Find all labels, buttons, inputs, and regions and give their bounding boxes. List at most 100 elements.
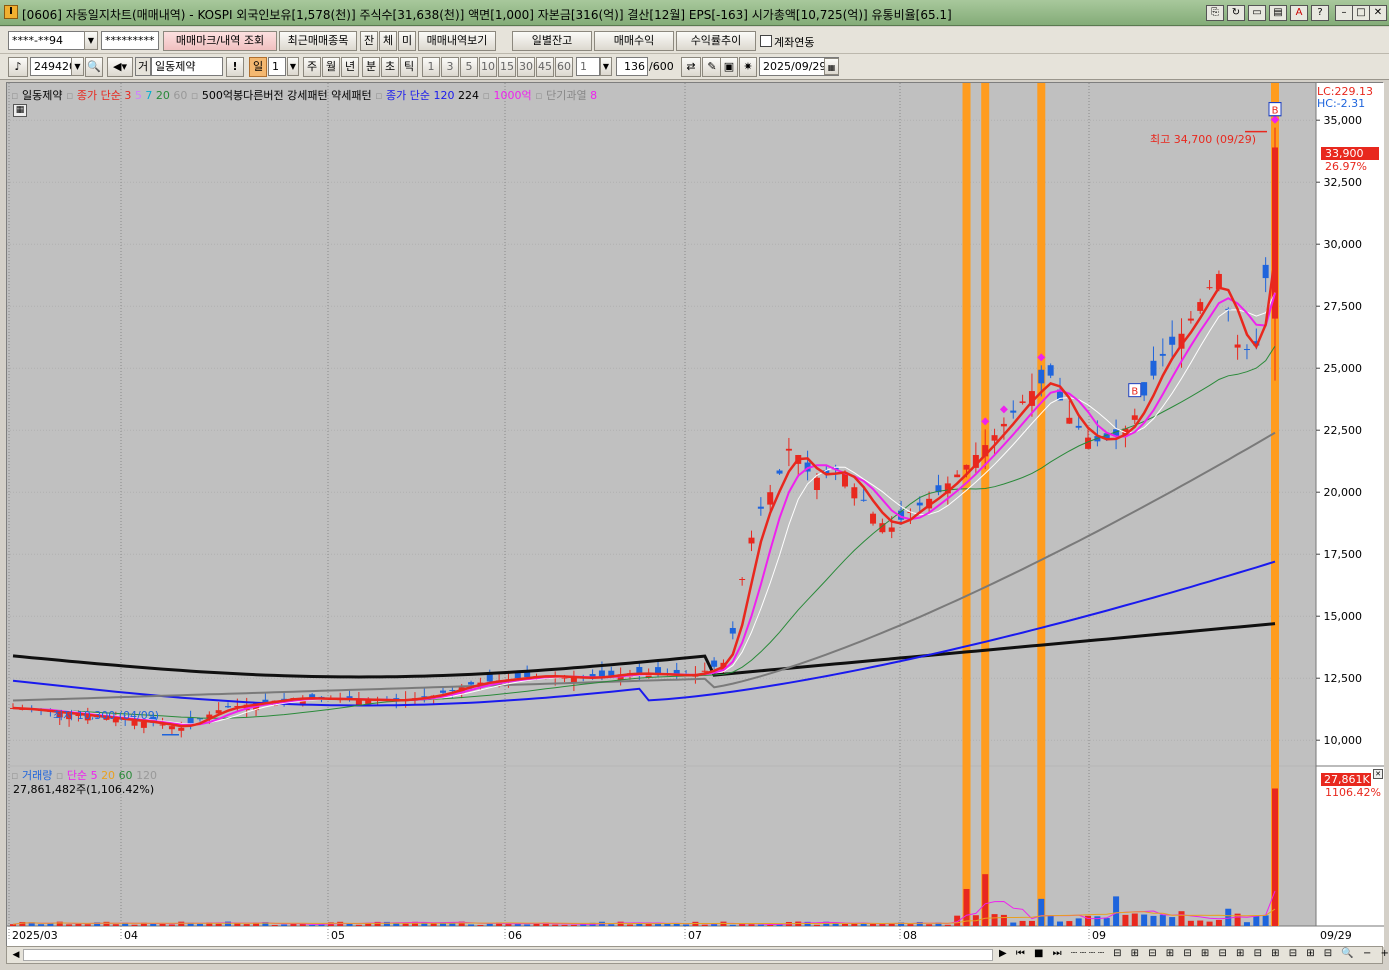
password-field[interactable]: ********* (101, 31, 159, 50)
trade-history-button[interactable]: 매매내역보기 (418, 31, 496, 51)
highlight-bar (962, 83, 971, 926)
account-link-label: 계좌연동 (774, 36, 815, 49)
sync-arrows-icon[interactable]: ⇄ (681, 57, 701, 77)
filled-button[interactable]: 체 (379, 31, 397, 51)
save-icon[interactable]: ▣ (720, 57, 738, 77)
period-day-count[interactable]: 1 (268, 57, 286, 76)
interval-3-button[interactable]: 3 (441, 57, 459, 77)
price-tick-label: 22,500 (1324, 424, 1363, 437)
unfilled-button[interactable]: 미 (398, 31, 416, 51)
volume-bar (234, 923, 241, 926)
app-icon: I (4, 5, 18, 19)
period-year-button[interactable]: 년 (341, 57, 359, 77)
window-help-icon[interactable]: ? (1311, 5, 1329, 21)
period-week-button[interactable]: 주 (303, 57, 321, 77)
candle-body (1159, 353, 1166, 356)
trade-mark-query-button[interactable]: 매매마크/내역 조회 (163, 31, 277, 51)
window-link-icon[interactable]: ⎘ (1206, 5, 1224, 21)
return-trend-button[interactable]: 수익률추이 (676, 31, 756, 51)
balance-button[interactable]: 잔 (360, 31, 378, 51)
candle-body (468, 682, 475, 685)
daily-balance-button[interactable]: 일별잔고 (512, 31, 592, 51)
volume-bar (1056, 921, 1063, 926)
volume-bar (1103, 918, 1110, 926)
candle-body (748, 537, 755, 544)
period-tick-button[interactable]: 틱 (400, 57, 418, 77)
volume-bar (748, 924, 755, 926)
candle-body (888, 527, 895, 532)
chart-area[interactable]: 35,000 32,500 30,000 27,500 25,000 22,500 20,0… (6, 82, 1384, 947)
bar-count-field[interactable]: 136 (616, 57, 648, 76)
price-tick-label: 35,000 (1324, 114, 1363, 127)
interval-10-button[interactable]: 10 (479, 57, 497, 77)
interval-30-button[interactable]: 30 (517, 57, 535, 77)
chart-scrollbar[interactable]: ◀ ▶ ⏮ ■ ⏭ ┈┈┈┈ ⊟ ⊞ ⊟ ⊞ ⊟ ⊞ ⊟ ⊞ ⊟ ⊞ ⊟ ⊞ ⊟… (6, 946, 1389, 964)
volume-bar (1028, 920, 1035, 926)
volume-close-icon[interactable]: ✕ (1373, 769, 1383, 779)
legend-ma5: 5 (134, 89, 142, 102)
price-tick-label: 25,000 (1324, 362, 1363, 375)
period-dropdown-icon[interactable]: ▼ (287, 57, 299, 76)
volume-bar (1010, 922, 1017, 926)
close-button[interactable]: ✕ (1369, 5, 1387, 21)
calendar-icon[interactable]: ▦ (824, 58, 839, 75)
volume-bar (75, 924, 82, 926)
table-toggle-icon[interactable]: ▦ (13, 104, 27, 117)
interval-1-button[interactable]: 1 (422, 57, 440, 77)
volume-bar (1272, 788, 1278, 926)
window-refresh-icon[interactable]: ↻ (1227, 5, 1245, 21)
volume-bar (168, 924, 175, 926)
candle-body (1234, 344, 1241, 348)
code-dropdown-icon[interactable]: ▼ (71, 57, 84, 76)
legend-ma120: 120 (433, 89, 455, 102)
volume-bar (1243, 922, 1250, 926)
speaker-icon[interactable]: ◀▾ (107, 57, 133, 77)
recent-trades-button[interactable]: 최근매매종목 (279, 31, 357, 51)
volume-pct: 1106.42% (1325, 786, 1381, 799)
interval-dropdown-icon[interactable]: ▼ (600, 57, 612, 76)
trade-profit-button[interactable]: 매매수익 (594, 31, 674, 51)
account-link-checkbox[interactable] (760, 35, 772, 47)
period-second-button[interactable]: 초 (381, 57, 399, 77)
pin-icon[interactable]: ♪ (8, 57, 28, 77)
date-tick-label: 04 (124, 929, 138, 942)
interval-15-button[interactable]: 15 (498, 57, 516, 77)
volume-bar (1253, 915, 1260, 926)
candle-body (187, 717, 194, 724)
period-month-button[interactable]: 월 (322, 57, 340, 77)
settings-gear-icon[interactable]: ✷ (739, 57, 757, 77)
legend-strategy1: 500억봉다른버전 강세패턴 (201, 89, 328, 102)
scroll-track[interactable] (23, 949, 993, 961)
volume-bar (655, 923, 662, 926)
alert-button[interactable]: ! (226, 57, 244, 77)
period-day-button[interactable]: 일 (249, 57, 267, 77)
chart-tools-icon[interactable]: ✎ (702, 57, 722, 77)
candle-body (225, 706, 232, 708)
legend-n8: 8 (590, 89, 598, 102)
volume-bar (626, 924, 633, 926)
interval-5-button[interactable]: 5 (460, 57, 478, 77)
window-monitor-icon[interactable]: ▭ (1248, 5, 1266, 21)
candlestick-chart[interactable]: 35,000 32,500 30,000 27,500 25,000 22,500 20,0… (7, 83, 1384, 947)
price-tick-label: 15,000 (1324, 610, 1363, 623)
volume-bar (757, 924, 764, 926)
window-font-icon[interactable]: A (1290, 5, 1308, 21)
legend-ma3: 3 (124, 89, 132, 102)
volume-bar (1094, 916, 1101, 926)
minimize-button[interactable]: – (1335, 5, 1353, 21)
candle-body (598, 670, 605, 677)
scroll-nav-controls[interactable]: ▶ ⏮ ■ ⏭ ┈┈┈┈ ⊟ ⊞ ⊟ ⊞ ⊟ ⊞ ⊟ ⊞ ⊟ ⊞ ⊟ ⊞ ⊟ 🔍… (999, 948, 1389, 959)
price-tick-label: 12,500 (1324, 672, 1363, 685)
search-icon[interactable]: 🔍 (85, 57, 103, 77)
account-dropdown-icon[interactable]: ▼ (84, 31, 98, 50)
interval-custom-field[interactable]: 1 (576, 57, 600, 76)
window-print-icon[interactable]: ▤ (1269, 5, 1287, 21)
stock-name-field[interactable]: 일동제약 (151, 57, 223, 76)
volume-bar (1066, 921, 1073, 926)
interval-45-button[interactable]: 45 (536, 57, 554, 77)
interval-60-button[interactable]: 60 (555, 57, 573, 77)
candle-body (1150, 360, 1157, 376)
period-minute-button[interactable]: 분 (362, 57, 380, 77)
scroll-left-icon[interactable]: ◀ (9, 948, 23, 962)
maximize-button[interactable]: □ (1352, 5, 1370, 21)
